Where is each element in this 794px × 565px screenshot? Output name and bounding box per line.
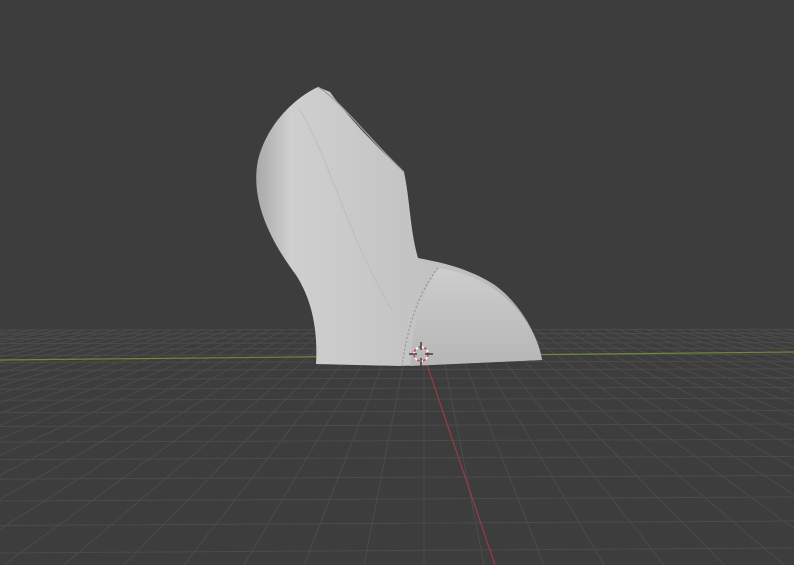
grid-line (647, 329, 794, 378)
grid-line (0, 329, 299, 500)
grid-line (63, 329, 341, 565)
grid-line (0, 329, 5, 332)
grid-line (0, 547, 794, 554)
grid-line (591, 329, 794, 417)
grid-line (3, 329, 327, 565)
grid-line (0, 329, 145, 368)
grid-line (0, 329, 243, 426)
grid-line (0, 329, 89, 350)
grid-line (605, 329, 794, 405)
grid-line (0, 329, 215, 404)
grid-line (731, 329, 794, 345)
grid-line (437, 329, 485, 565)
grid-line (183, 329, 369, 565)
grid-line (0, 329, 159, 374)
grid-line (0, 329, 201, 395)
grid-line (745, 329, 794, 342)
grid-line (0, 329, 271, 456)
grid-line (0, 329, 61, 343)
grid-line (479, 329, 665, 565)
3d-viewport[interactable] (0, 0, 794, 565)
grid-line (0, 520, 794, 527)
x-axis-line (423, 355, 496, 565)
grid-line (123, 329, 355, 565)
grid-line (0, 329, 75, 346)
grid-line (521, 329, 794, 530)
grid-line (577, 329, 794, 431)
grid-line (451, 329, 545, 565)
grid-line (0, 409, 794, 414)
grid-line (633, 329, 794, 386)
grid-line (0, 329, 103, 354)
grid-line (0, 496, 794, 502)
shoe-mesh[interactable] (256, 86, 542, 367)
grid-line (493, 329, 725, 565)
grid-line (675, 329, 794, 365)
grid-line (0, 368, 794, 371)
grid-line (0, 329, 19, 334)
grid-line (0, 455, 794, 461)
grid-line (465, 329, 605, 565)
grid-line (243, 329, 383, 565)
grid-line (507, 329, 785, 565)
grid-line (773, 329, 794, 335)
grid-line (0, 423, 794, 428)
grid-line (759, 329, 794, 338)
grid-line (0, 329, 285, 476)
grid-line (661, 329, 794, 371)
grid-line (535, 329, 794, 496)
grid-line (0, 475, 794, 480)
